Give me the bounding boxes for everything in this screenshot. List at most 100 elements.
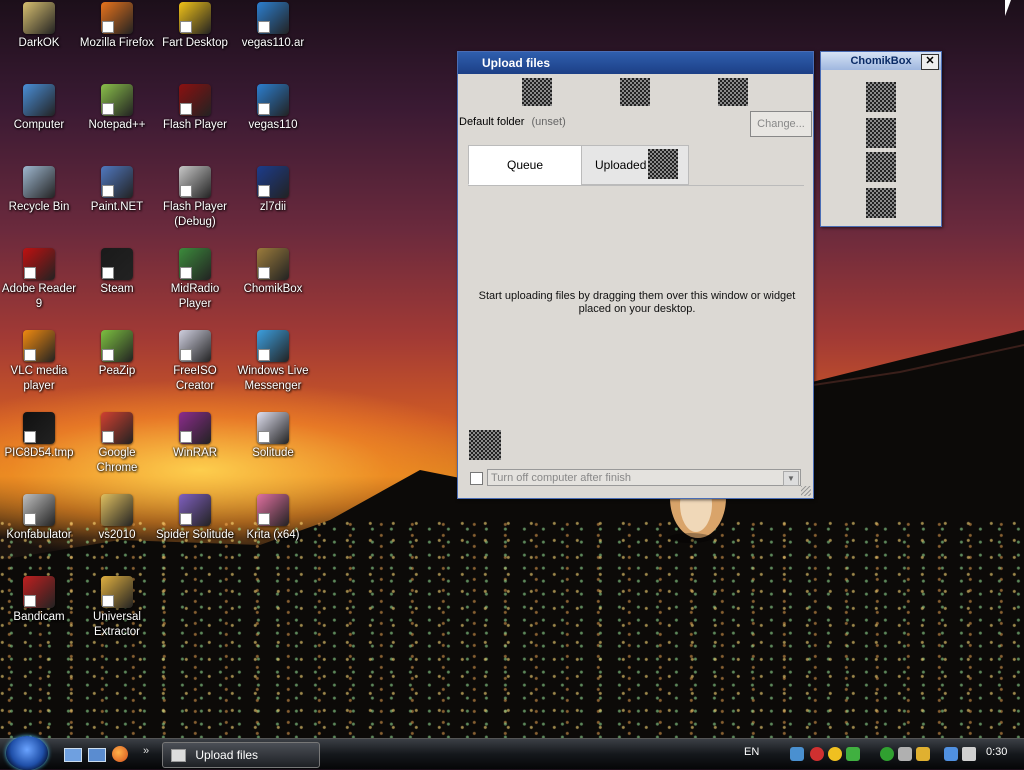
desktop-icon[interactable]: Computer [0, 84, 78, 133]
desktop-icon[interactable]: VLC media player [0, 330, 78, 394]
widget-title: ChomikBox [850, 55, 912, 67]
tab-queue[interactable]: Queue [468, 145, 582, 185]
desktop-icon[interactable]: Bandicam [0, 576, 78, 625]
user-tray-icon[interactable] [880, 747, 894, 761]
widget-list-icon[interactable] [866, 118, 896, 148]
desktop-icon-label: MidRadio Player [170, 283, 220, 310]
desktop-icon-label: Bandicam [13, 611, 65, 623]
desktop-icon-label: Konfabulator [6, 529, 72, 541]
change-folder-button[interactable]: Change... [750, 111, 812, 137]
desktop-icon[interactable]: Notepad++ [78, 84, 156, 133]
desktop-icon[interactable]: Recycle Bin [0, 166, 78, 215]
steam-icon [101, 248, 133, 280]
upload-window-titlebar[interactable]: Upload files [458, 52, 813, 74]
desktop-icon[interactable]: MidRadio Player [156, 248, 234, 312]
widget-titlebar[interactable]: ChomikBox ✕ [821, 52, 941, 70]
tab-uploaded[interactable]: Uploaded [581, 145, 689, 185]
desktop-icon[interactable]: Flash Player (Debug) [156, 166, 234, 230]
desktop-icon[interactable]: Universal Extractor [78, 576, 156, 640]
desktop-icon[interactable]: PIC8D54.tmp [0, 412, 78, 461]
from-clipboard-icon[interactable] [620, 78, 650, 106]
desktop-icon-label: PeaZip [98, 365, 136, 377]
close-icon[interactable]: ✕ [921, 54, 939, 70]
volume-tray-icon[interactable] [962, 747, 976, 761]
from-disk-icon[interactable] [522, 78, 552, 106]
vegas-icon [257, 84, 289, 116]
warning-tray-icon[interactable] [916, 747, 930, 761]
desktop-icon[interactable]: vs2010 [78, 494, 156, 543]
window-icon [171, 749, 186, 763]
desktop-icon[interactable]: PeaZip [78, 330, 156, 379]
language-indicator[interactable]: EN [744, 746, 759, 758]
desktop-icon[interactable]: Krita (x64) [234, 494, 312, 543]
chevron-more-icon[interactable]: » [143, 745, 149, 757]
iso-icon [179, 330, 211, 362]
desktop-icon[interactable]: vegas110 [234, 84, 312, 133]
desktop-icon[interactable]: vegas110.ar [234, 2, 312, 51]
desktop-icon-label: Flash Player (Debug) [163, 201, 227, 228]
desktop-icon[interactable]: Konfabulator [0, 494, 78, 543]
uploaded-tab-icon [648, 149, 678, 179]
desktop-icon[interactable]: ChomikBox [234, 248, 312, 297]
desktop-icon[interactable]: Mozilla Firefox [78, 2, 156, 51]
desktop-icon-label: WinRAR [172, 447, 218, 459]
desktop-icon[interactable]: FreeISO Creator [156, 330, 234, 394]
vegas-icon [257, 2, 289, 34]
connection-tray-icon[interactable] [944, 747, 958, 761]
from-screen-icon[interactable] [718, 78, 748, 106]
bandicam-icon [23, 576, 55, 608]
desktop-icon[interactable]: Spider Solitude [156, 494, 234, 543]
queue-status-icon [469, 430, 501, 460]
shutdown-dropdown[interactable]: Turn off computer after finish ▼ [487, 469, 801, 486]
desktop-icon[interactable]: Solitude [234, 412, 312, 461]
desktop-icon-label: zl7dii [259, 201, 287, 213]
desktop-icon-label: Spider Solitude [156, 529, 234, 541]
desktop-icon[interactable]: zl7dii [234, 166, 312, 215]
widget-folder-icon[interactable] [866, 152, 896, 182]
desktop-icon-label: PIC8D54.tmp [4, 447, 74, 459]
clock[interactable]: 0:30 [986, 746, 1007, 758]
flash-icon [179, 84, 211, 116]
taskbar-upload-files-button[interactable]: Upload files [162, 742, 320, 768]
resize-grip-icon[interactable] [801, 486, 811, 496]
desktop-icon[interactable]: Google Chrome [78, 412, 156, 476]
flash-debug-icon [179, 166, 211, 198]
desktop-icon-label: DarkOK [18, 37, 60, 49]
widget-settings-icon[interactable] [866, 188, 896, 218]
spider-icon [179, 494, 211, 526]
security-tray-icon[interactable] [810, 747, 824, 761]
chevron-down-icon[interactable]: ▼ [783, 471, 799, 486]
shutdown-checkbox[interactable] [470, 472, 483, 485]
desktop-icon[interactable]: Steam [78, 248, 156, 297]
hamster-icon [257, 248, 289, 280]
folder-zip-icon [23, 2, 55, 34]
desktop-icon[interactable]: Adobe Reader 9 [0, 248, 78, 312]
chomikbox-widget: ChomikBox ✕ [820, 51, 942, 227]
messenger-icon [257, 330, 289, 362]
desktop-icon[interactable]: Flash Player [156, 84, 234, 133]
device-tray-icon[interactable] [898, 747, 912, 761]
network-tray-icon[interactable] [790, 747, 804, 761]
desktop-icon-label: Windows Live Messenger [237, 365, 309, 392]
desktop-icon-label: vs2010 [98, 529, 136, 541]
start-button[interactable] [6, 736, 48, 770]
widget-upload-icon[interactable] [866, 82, 896, 112]
winrar-icon [179, 412, 211, 444]
desktop-icon[interactable]: Fart Desktop [156, 2, 234, 51]
show-desktop-icon[interactable] [64, 748, 82, 762]
desktop-icon-label: ChomikBox [243, 283, 303, 295]
radio-icon [179, 248, 211, 280]
switch-windows-icon[interactable] [88, 748, 106, 762]
update-tray-icon[interactable] [846, 747, 860, 761]
desktop-icon[interactable]: Paint.NET [78, 166, 156, 215]
default-folder-row: Default folder (unset) [459, 116, 566, 128]
krita-icon [257, 494, 289, 526]
desktop-icon[interactable]: Windows Live Messenger [234, 330, 312, 394]
messenger-tray-icon[interactable] [828, 747, 842, 761]
firefox-quicklaunch-icon[interactable] [112, 746, 128, 762]
desktop-icon-label: Notepad++ [88, 119, 146, 131]
desktop-icon-label: Google Chrome [96, 447, 138, 474]
computer-icon [23, 84, 55, 116]
desktop-icon[interactable]: DarkOK [0, 2, 78, 51]
desktop-icon[interactable]: WinRAR [156, 412, 234, 461]
